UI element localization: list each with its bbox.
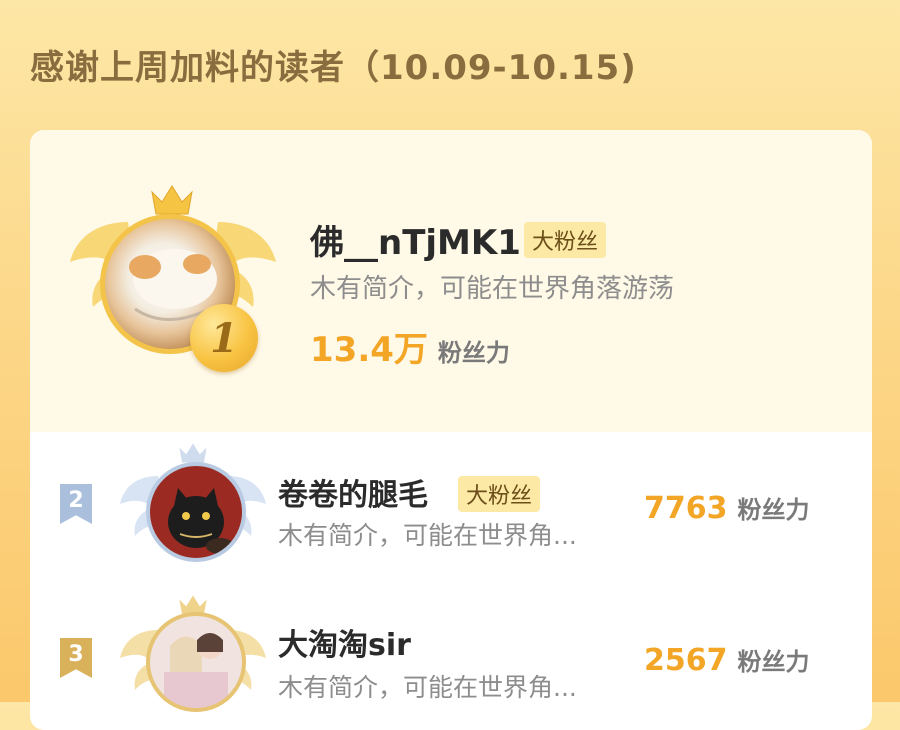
page-title: 感谢上周加料的读者（10.09-10.15) (30, 48, 637, 88)
crown-icon (151, 185, 193, 215)
fan-level-badge: 大粉丝 (458, 476, 541, 512)
reader-bio: 木有简介，可能在世界角落游荡 (310, 274, 675, 304)
fan-power-value: 2567 (644, 643, 728, 678)
fan-power: 7763 粉丝力 (644, 490, 810, 526)
reader-name[interactable]: 大淘淘sir (278, 620, 411, 664)
reader-row[interactable]: 2 卷卷的腿毛 大粉丝 木有简介，可能在世界角... 7763 粉丝力 (30, 432, 872, 582)
crown-icon (179, 443, 207, 463)
avatar[interactable] (146, 612, 246, 712)
fan-power-unit: 粉丝力 (437, 339, 510, 367)
reader-row[interactable]: 3 大淘淘sir 木有简介，可能在世界角... 2567 粉丝力 (30, 582, 872, 730)
rank-3-badge: 3 (60, 638, 92, 678)
black-cat-illustration-icon (168, 488, 234, 554)
rank-2-badge: 2 (60, 484, 92, 524)
leaderboard-card: 1 佛__nTjMK1 大粉丝 木有简介，可能在世界角落游荡 13.4万 粉丝力 … (30, 130, 872, 730)
fan-level-badge: 大粉丝 (524, 222, 607, 258)
reader-name[interactable]: 佛__nTjMK1 (310, 215, 521, 264)
reader-bio: 木有简介，可能在世界角... (278, 521, 577, 550)
reader-bio: 木有简介，可能在世界角... (278, 673, 577, 702)
top-reader-entry[interactable]: 1 佛__nTjMK1 大粉丝 木有简介，可能在世界角落游荡 13.4万 粉丝力 (30, 130, 872, 432)
reader-name[interactable]: 卷卷的腿毛 (278, 470, 428, 514)
fan-power-value: 7763 (644, 491, 728, 526)
fan-power-unit: 粉丝力 (737, 648, 810, 676)
fan-power-unit: 粉丝力 (737, 496, 810, 524)
fan-power-value: 13.4万 (310, 330, 428, 370)
avatar[interactable] (146, 462, 246, 562)
anime-couple-illustration-icon (164, 633, 228, 708)
fan-power: 13.4万 粉丝力 (310, 322, 510, 371)
fan-power: 2567 粉丝力 (644, 642, 810, 678)
rank-1-badge: 1 (190, 304, 258, 372)
